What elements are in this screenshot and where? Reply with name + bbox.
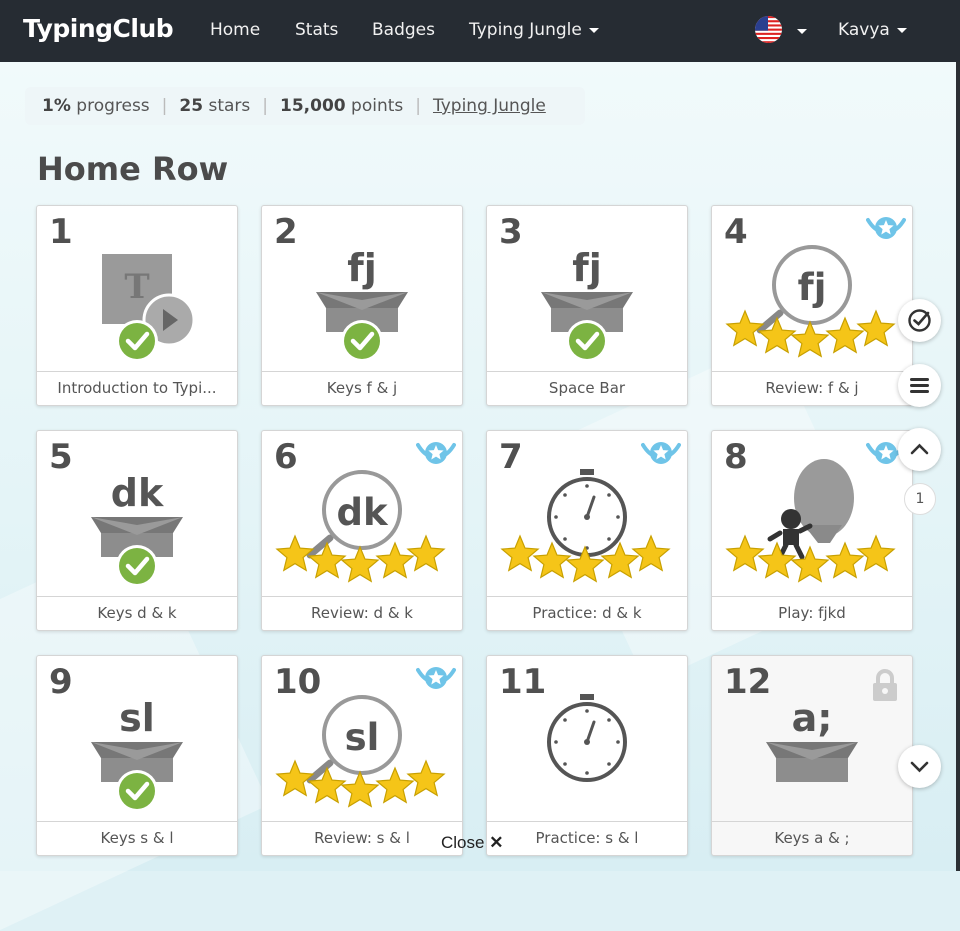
progress-summary: 1% progress | 25 stars | 15,000 points |… [25,87,585,125]
lesson-illustration: fj [541,246,633,362]
svg-text:T: T [124,267,149,307]
lesson-card-7[interactable]: 7 Practice: d & k [486,430,688,631]
svg-text:dk: dk [336,491,388,534]
lesson-card-11[interactable]: 11 Practice: s & l [486,655,688,856]
scrollbar[interactable] [956,62,960,871]
magnifier-icon: sl [306,695,402,784]
lesson-illustration: fj [316,246,408,362]
close-label: Close [441,833,485,852]
lesson-label: Review: d & k [262,596,462,630]
lesson-card-8[interactable]: 8 Play: fjkd [711,430,913,631]
nav-stats[interactable]: Stats [295,20,338,40]
svg-text:fj: fj [798,266,827,309]
close-icon: ✕ [489,833,504,852]
key-letters: sl [119,696,155,740]
lesson-card-9[interactable]: 9 sl Keys s & l [36,655,238,856]
page-indicator: 1 [904,483,936,515]
points-word: points [351,96,404,116]
lesson-illustration: T [102,254,196,362]
winged-star-badge-icon [416,442,456,464]
lesson-card-1[interactable]: 1 T Introduction to Typi... [36,205,238,406]
lesson-card-5[interactable]: 5 dk Keys d & k [36,430,238,631]
magnifier-icon: dk [306,470,402,559]
chevron-down-icon [910,761,929,773]
lesson-card-2[interactable]: 2 fj Keys f & j [261,205,463,406]
user-menu[interactable]: Kavya [838,20,907,40]
lesson-illustration: sl [91,696,183,812]
lesson-label: Keys a & ; [712,821,912,855]
lesson-card-4[interactable]: 4 fj Review: f & j [711,205,913,406]
check-circle-outline-icon [908,309,931,332]
lesson-label: Introduction to Typi... [37,371,237,405]
open-box-icon [766,742,858,782]
menu-button[interactable] [898,364,941,407]
svg-text:sl: sl [345,716,380,759]
scroll-up-button[interactable] [898,428,941,471]
lesson-card-6[interactable]: 6 dk Review: d & k [261,430,463,631]
stars-word: stars [208,96,251,116]
top-navbar: TypingClub Home Stats Badges Typing Jung… [0,0,960,62]
lesson-label: Keys s & l [37,821,237,855]
brand-logo[interactable]: TypingClub [23,14,174,43]
five-stars-rating-icon [725,534,896,583]
nav-home[interactable]: Home [210,20,260,40]
points-count: 15,000 [280,96,346,116]
lesson-label: Review: s & l [262,821,462,855]
menu-icon [910,378,929,393]
winged-star-badge-icon [641,442,681,464]
scroll-down-button[interactable] [898,745,941,788]
lesson-label: Keys f & j [262,371,462,405]
lesson-illustration [547,694,627,782]
key-letters: fj [347,246,377,290]
lesson-label: Practice: s & l [487,821,687,855]
check-progress-button[interactable] [898,299,941,342]
check-circle-icon [116,320,158,362]
lesson-card-12[interactable]: 12 a; Keys a & ; [711,655,913,856]
lesson-content: 1% progress | 25 stars | 15,000 points |… [0,62,960,931]
language-chevron-down-icon[interactable] [797,29,807,34]
lesson-label: Space Bar [487,371,687,405]
us-flag-icon[interactable] [755,16,782,43]
progress-word: progress [76,96,150,116]
lesson-label: Keys d & k [37,596,237,630]
stopwatch-icon [547,469,627,557]
lesson-card-3[interactable]: 3 fj Space Bar [486,205,688,406]
check-circle-icon [116,545,158,587]
user-name: Kavya [838,20,890,40]
typing-jungle-link[interactable]: Typing Jungle [433,96,546,116]
lesson-label: Review: f & j [712,371,912,405]
lesson-illustration: dk [91,471,183,587]
lock-icon [873,669,897,701]
close-button[interactable]: Close ✕ [441,833,503,853]
lesson-label: Play: fjkd [712,596,912,630]
chevron-down-icon [896,27,907,33]
key-letters: fj [572,246,602,290]
lesson-label: Practice: d & k [487,596,687,630]
nav-badges[interactable]: Badges [372,20,435,40]
chevron-up-icon [910,443,929,455]
balloon-ninja-game-icon [767,459,854,560]
winged-star-badge-icon [866,217,906,239]
check-circle-icon [116,770,158,812]
key-letters: a; [792,696,833,740]
nav-typing-jungle-dropdown[interactable]: Typing Jungle [469,20,599,40]
check-circle-icon [566,320,608,362]
key-letters: dk [111,471,164,515]
section-title: Home Row [37,150,229,188]
stopwatch-icon [547,694,627,782]
lesson-card-10[interactable]: 10 sl Review: s & l [261,655,463,856]
stars-count: 25 [179,96,204,116]
progress-percent: 1% [42,96,71,116]
magnifier-icon: fj [756,245,852,334]
nav-typing-jungle-label: Typing Jungle [469,20,582,40]
chevron-down-icon [588,27,599,33]
winged-star-badge-icon [416,667,456,689]
check-circle-icon [341,320,383,362]
